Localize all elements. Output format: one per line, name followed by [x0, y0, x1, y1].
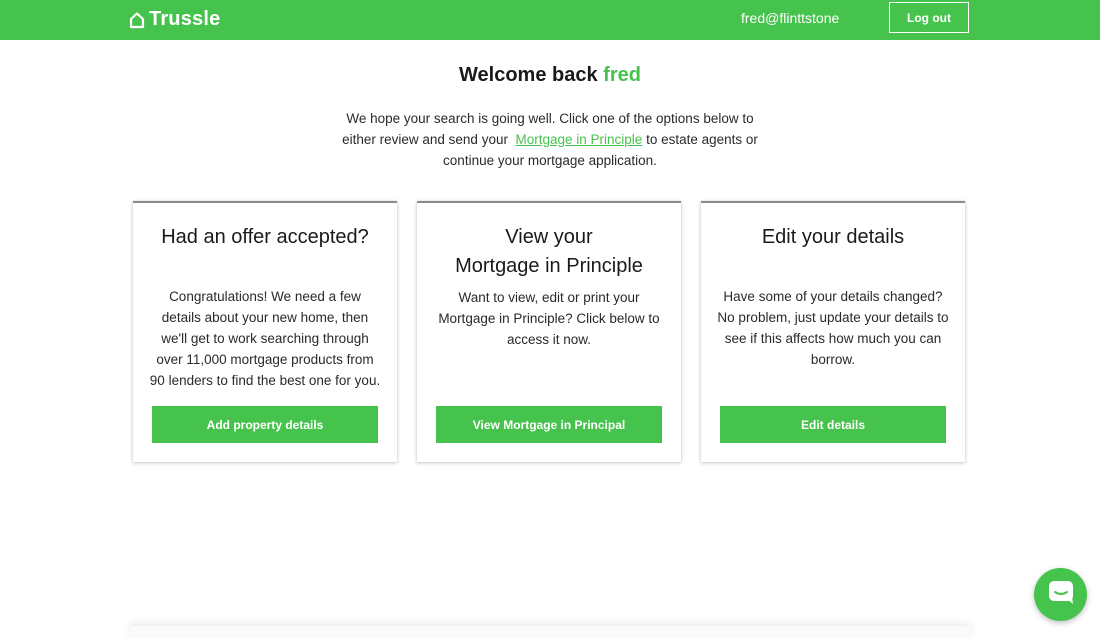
- welcome-prefix: Welcome back: [459, 64, 598, 86]
- footer-edge: [130, 626, 970, 638]
- view-mortgage-card: View your Mortgage in Principle Want to …: [417, 201, 681, 462]
- edit-details-card: Edit your details Have some of your deta…: [701, 201, 965, 462]
- logout-button[interactable]: Log out: [889, 2, 969, 33]
- add-property-details-button[interactable]: Add property details: [152, 406, 378, 443]
- house-icon: [129, 11, 145, 29]
- card-body: Have some of your details changed? No pr…: [717, 289, 949, 367]
- mortgage-in-principle-link[interactable]: Mortgage in Principle: [515, 132, 642, 147]
- brand-logo[interactable]: Trussle: [129, 8, 220, 31]
- card-title-line1: View your: [505, 226, 593, 248]
- card-body: Want to view, edit or print your Mortgag…: [438, 290, 660, 347]
- card-title: Edit your details: [761, 226, 905, 248]
- welcome-username: fred: [603, 64, 641, 86]
- intro-text: We hope your search is going well. Click…: [340, 108, 760, 171]
- chat-launcher-button[interactable]: [1034, 568, 1087, 621]
- user-email: fred@flinttstone: [741, 10, 840, 26]
- card-body: Congratulations! We need a few details a…: [149, 289, 381, 388]
- top-navigation-bar: Trussle fred@flinttstone Log out: [0, 0, 1100, 40]
- card-title: View your Mortgage in Principle: [417, 223, 681, 281]
- card-title: Had an offer accepted?: [161, 226, 369, 248]
- view-mortgage-button[interactable]: View Mortgage in Principal: [436, 406, 662, 443]
- brand-name: Trussle: [149, 8, 221, 30]
- edit-details-button[interactable]: Edit details: [720, 406, 946, 443]
- welcome-heading: Welcome back fred: [0, 64, 1100, 87]
- offer-accepted-card: Had an offer accepted? Congratulations! …: [133, 201, 397, 462]
- card-title-line2: Mortgage in Principle: [455, 255, 643, 277]
- chat-bubble-icon: [1047, 579, 1075, 610]
